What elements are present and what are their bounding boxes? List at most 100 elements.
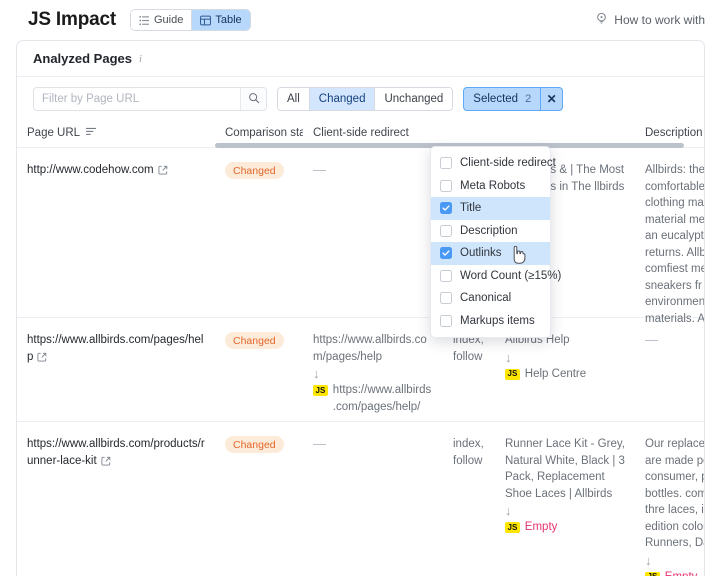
cell-page-url: https://www.allbirds.com/pages/help <box>17 332 215 366</box>
dropdown-item-markups-items[interactable]: Markups items <box>431 310 550 333</box>
js-badge-icon: JS <box>645 572 660 576</box>
title-after-row: JS Empty <box>505 519 625 536</box>
filter-unchanged[interactable]: Unchanged <box>374 88 452 110</box>
description-before-value: Our replacemen laces are made post-consu… <box>645 436 704 552</box>
dropdown-item-label: Canonical <box>460 292 511 304</box>
cell-comparison-status: Changed <box>215 332 303 349</box>
status-badge: Changed <box>225 162 284 179</box>
empty-dash: — <box>645 332 658 347</box>
sort-icon[interactable] <box>86 127 97 139</box>
cell-description: — <box>635 332 704 347</box>
description-after-row: JS Empty <box>645 569 704 576</box>
dropdown-item-word-count[interactable]: Word Count (≥15%) <box>431 265 550 288</box>
title-after-value: Help Centre <box>525 366 586 383</box>
panel-header: Analyzed Pages i <box>17 41 704 77</box>
page-url-text: https://www.allbirds.com/pages/help <box>27 334 203 363</box>
title-before-value: Runner Lace Kit - Grey, Natural White, B… <box>505 436 625 502</box>
column-header-page-url[interactable]: Page URL <box>17 127 215 139</box>
how-to-work-with-link[interactable]: How to work with <box>595 12 705 28</box>
external-link-icon[interactable] <box>101 456 111 469</box>
dropdown-item-label: Word Count (≥15%) <box>460 270 561 282</box>
title-after-value: Empty <box>525 519 558 536</box>
column-header-client-side-redirect[interactable]: Client-side redirect <box>303 127 443 139</box>
meta-robots-value: index, follow <box>453 334 484 363</box>
cell-meta-robots: index, follow <box>443 436 495 469</box>
status-filter-group: All Changed Unchanged <box>277 87 453 111</box>
top-bar: JS Impact Guide Table <box>0 0 721 40</box>
cell-title: Runner Lace Kit - Grey, Natural White, B… <box>495 436 635 536</box>
dropdown-item-description[interactable]: Description <box>431 220 550 243</box>
status-badge: Changed <box>225 332 284 349</box>
cell-description: Our replacemen laces are made post-consu… <box>635 436 704 576</box>
title-after-row: JS Help Centre <box>505 366 625 383</box>
view-toggle-guide-label: Guide <box>154 14 183 26</box>
dropdown-item-meta-robots[interactable]: Meta Robots <box>431 175 550 198</box>
cell-description: Allbirds: the wor comfortable sho and cl… <box>635 162 704 327</box>
checkbox-icon[interactable] <box>440 247 452 259</box>
filter-changed[interactable]: Changed <box>309 88 375 110</box>
cell-comparison-status: Changed <box>215 436 303 453</box>
selected-chip-label: Selected <box>473 93 518 105</box>
checkbox-icon[interactable] <box>440 292 452 304</box>
cell-page-url: http://www.codehow.com <box>17 162 215 179</box>
filter-all[interactable]: All <box>278 88 309 110</box>
external-link-icon[interactable] <box>37 352 47 365</box>
dropdown-item-client-side-redirect[interactable]: Client-side redirect <box>431 152 550 175</box>
js-badge-icon: JS <box>313 385 328 396</box>
table-row[interactable]: https://www.allbirds.com/products/runner… <box>17 421 704 576</box>
status-badge: Changed <box>225 436 284 453</box>
selected-filter-chip: Selected 2 ✕ <box>463 87 563 111</box>
page-url-text: http://www.codehow.com <box>27 164 154 176</box>
analyzed-pages-table: Page URL Comparison status Client-side r… <box>17 121 704 576</box>
table-icon <box>200 15 211 26</box>
info-icon[interactable]: i <box>139 53 142 65</box>
list-icon <box>139 15 150 26</box>
search-icon <box>248 92 260 107</box>
checkbox-icon[interactable] <box>440 180 452 192</box>
search-input[interactable] <box>34 88 240 110</box>
description-after-value: Empty <box>665 569 698 576</box>
csr-after-value: https://www.allbirds.com/pages/help/ <box>333 382 433 415</box>
arrow-down-icon: ↓ <box>313 365 433 382</box>
search-button[interactable] <box>240 88 266 110</box>
arrow-down-icon: ↓ <box>505 502 625 519</box>
csr-after-row: JS https://www.allbirds.com/pages/help/ <box>313 382 433 415</box>
checkbox-icon[interactable] <box>440 157 452 169</box>
js-badge-icon: JS <box>505 369 520 380</box>
close-icon[interactable]: ✕ <box>540 88 562 110</box>
search-box <box>33 87 267 111</box>
column-header-comparison-status[interactable]: Comparison status <box>215 127 303 139</box>
selected-chip-open[interactable]: Selected 2 <box>464 88 540 110</box>
view-toggle-table[interactable]: Table <box>192 10 249 30</box>
cell-client-side-redirect: — <box>303 436 443 451</box>
empty-dash: — <box>313 162 326 177</box>
arrow-down-icon: ↓ <box>505 349 625 366</box>
filter-toolbar: All Changed Unchanged Selected 2 ✕ <box>17 77 704 121</box>
js-badge-icon: JS <box>505 522 520 533</box>
view-toggle-guide[interactable]: Guide <box>131 10 191 30</box>
dropdown-item-title[interactable]: Title <box>431 197 550 220</box>
dropdown-item-label: Title <box>460 202 481 214</box>
dropdown-item-canonical[interactable]: Canonical <box>431 287 550 310</box>
description-value: Allbirds: the wor comfortable sho and cl… <box>645 162 704 327</box>
dropdown-item-label: Meta Robots <box>460 180 525 192</box>
table-row[interactable]: http://www.codehow.com Changed — ble Sho… <box>17 147 704 317</box>
dropdown-item-label: Client-side redirect <box>460 157 556 169</box>
lightbulb-icon <box>595 12 608 28</box>
external-link-icon[interactable] <box>158 165 168 178</box>
checkbox-icon[interactable] <box>440 270 452 282</box>
cell-page-url: https://www.allbirds.com/products/runner… <box>17 436 215 470</box>
cell-client-side-redirect: https://www.allbirds.com/pages/help ↓ JS… <box>303 332 443 415</box>
dropdown-item-outlinks[interactable]: Outlinks <box>431 242 550 265</box>
dropdown-item-label: Outlinks <box>460 247 502 259</box>
checkbox-icon[interactable] <box>440 225 452 237</box>
checkbox-icon[interactable] <box>440 315 452 327</box>
table-row[interactable]: https://www.allbirds.com/pages/help Chan… <box>17 317 704 421</box>
cell-client-side-redirect: — <box>303 162 443 177</box>
meta-robots-value: index, follow <box>453 438 484 467</box>
cell-comparison-status: Changed <box>215 162 303 179</box>
column-header-description[interactable]: Description <box>635 127 704 139</box>
column-label-page-url: Page URL <box>27 127 80 139</box>
dropdown-item-label: Markups items <box>460 315 535 327</box>
checkbox-icon[interactable] <box>440 202 452 214</box>
